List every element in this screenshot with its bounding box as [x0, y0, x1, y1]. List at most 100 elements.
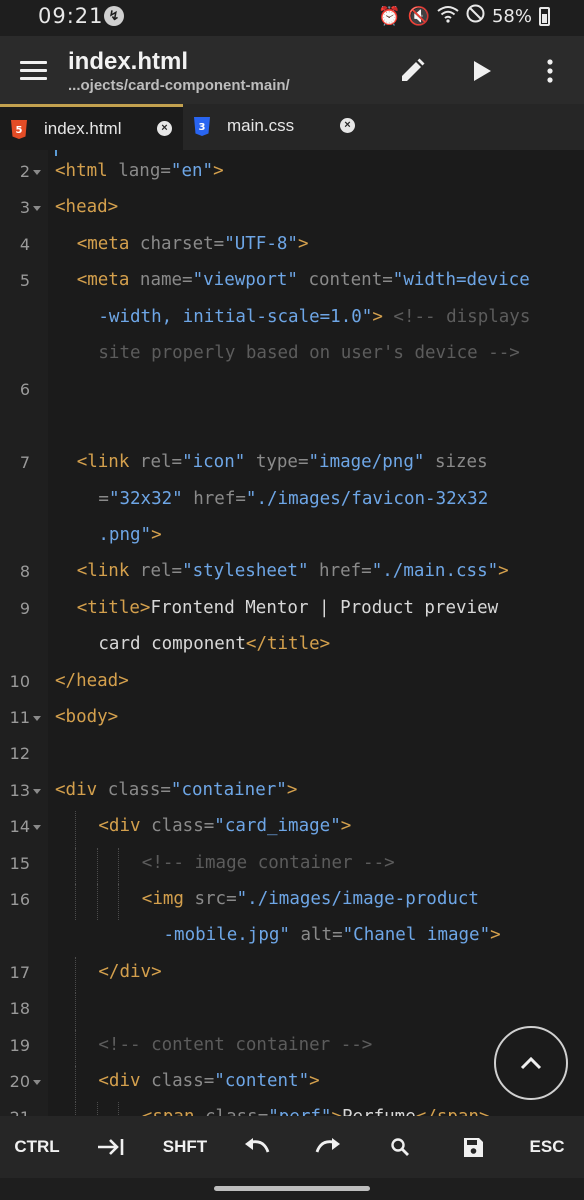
code-token: <body>: [55, 707, 119, 727]
code-token: </span>: [416, 1107, 490, 1116]
esc-key-button[interactable]: ESC: [510, 1116, 584, 1178]
ctrl-key-button[interactable]: CTRL: [0, 1116, 74, 1178]
code-token: "image/png": [308, 452, 425, 473]
code-token: <div: [98, 1071, 152, 1091]
code-text: <html lang="en">: [55, 161, 224, 181]
fold-toggle-icon[interactable]: [33, 825, 41, 831]
code-token: <link: [76, 561, 140, 582]
edit-pencil-icon[interactable]: [395, 54, 429, 88]
code-token: "card_image": [214, 816, 341, 837]
status-icons: ⏰ 🔇 58%: [378, 4, 550, 28]
redo-icon: [315, 1138, 340, 1153]
code-line: 5 <meta name="viewport" content="width=de…: [0, 265, 584, 301]
fold-toggle-icon[interactable]: [33, 170, 41, 175]
home-gesture-handle[interactable]: [214, 1186, 370, 1191]
status-bar: 09:21 ↯ ⏰ 🔇 58%: [0, 0, 584, 36]
code-token: src=: [194, 889, 237, 909]
search-button[interactable]: [364, 1116, 436, 1178]
save-button[interactable]: [436, 1116, 510, 1178]
menu-icon[interactable]: [20, 61, 47, 81]
code-token: <head>: [55, 197, 119, 218]
code-token: >: [286, 779, 298, 800]
fold-toggle-icon[interactable]: [33, 206, 41, 212]
code-text: <div class="container">: [55, 780, 297, 800]
code-line: 8 <link rel="stylesheet" href="./main.css…: [0, 556, 584, 592]
code-line: ="32x32" href="./images/favicon-32x32: [0, 484, 584, 520]
keyboard-toolbar: CTRL SHFT ESC: [0, 1116, 584, 1178]
undo-icon: [245, 1138, 270, 1153]
fold-toggle-icon[interactable]: [33, 716, 41, 721]
fold-toggle-icon[interactable]: [33, 788, 41, 794]
line-number: 16: [9, 890, 30, 909]
indent-guide: [96, 847, 98, 884]
notification-app-icon: ↯: [104, 6, 124, 26]
more-options-icon[interactable]: [533, 54, 567, 88]
code-line: 21 <span class="perf">Perfume</span>: [0, 1102, 584, 1116]
code-text: <meta name="viewport" content="width=dev…: [77, 270, 530, 290]
code-token: site properly based on user's device -->: [98, 343, 520, 363]
shift-key-button[interactable]: SHFT: [148, 1116, 222, 1178]
code-line: 14 <div class="card_image">: [0, 811, 584, 848]
svg-text:5: 5: [16, 125, 23, 136]
tab-key-button[interactable]: [74, 1116, 148, 1178]
code-token: alt=: [289, 925, 343, 946]
code-token: </title>: [245, 634, 331, 655]
code-text: <title>Frontend Mentor | Product preview: [77, 598, 498, 618]
code-line: 4 <meta charset="UTF-8">: [0, 229, 584, 265]
system-nav-bar: [0, 1178, 584, 1200]
line-number: 4: [19, 234, 30, 254]
search-icon: [391, 1138, 409, 1156]
tab-main-css[interactable]: 3 main.css ×: [183, 104, 373, 150]
close-tab-icon[interactable]: ×: [157, 121, 172, 136]
code-token: >: [331, 1107, 342, 1116]
indent-guide: [75, 1102, 76, 1116]
indent-guide: [118, 847, 120, 884]
line-number: 7: [19, 453, 30, 473]
alarm-icon: ⏰: [378, 5, 401, 27]
undo-button[interactable]: [222, 1116, 292, 1178]
run-play-icon[interactable]: [465, 54, 499, 88]
code-token: "stylesheet": [182, 561, 309, 582]
redo-button[interactable]: [292, 1116, 364, 1178]
tab-index-html[interactable]: 5 index.html ×: [0, 104, 183, 150]
code-token: "32x32": [108, 488, 183, 509]
code-line: -mobile.jpg" alt="Chanel image">: [0, 920, 584, 956]
fold-toggle-icon[interactable]: [33, 1080, 41, 1085]
code-token: <!-- image container -->: [141, 852, 395, 873]
line-number: 6: [19, 380, 30, 400]
code-token: "en": [170, 161, 214, 181]
html5-icon: 5: [11, 120, 27, 139]
code-token: >: [490, 925, 501, 946]
battery-icon: [539, 6, 550, 26]
indent-guide: [75, 884, 76, 921]
css3-icon: 3: [194, 117, 210, 136]
file-tabs: 5 index.html × 3 main.css ×: [0, 104, 584, 150]
code-token: "./main.css": [371, 561, 499, 582]
code-text: <!-- image container -->: [142, 853, 395, 873]
line-number: 18: [9, 999, 30, 1019]
code-text: <head>: [55, 197, 118, 217]
code-token: Frontend Mentor | Product preview: [150, 597, 499, 618]
line-number: 19: [9, 1035, 30, 1055]
ctrl-label: CTRL: [14, 1137, 60, 1156]
clock: 09:21: [38, 4, 104, 28]
scroll-top-button[interactable]: [494, 1026, 568, 1100]
close-tab-icon[interactable]: ×: [340, 118, 355, 133]
code-line: 16 <img src="./images/image-product: [0, 884, 584, 921]
code-token: <meta: [76, 233, 140, 254]
code-token: >: [297, 233, 309, 254]
code-text: -width, initial-scale=1.0"> <!-- display…: [98, 307, 530, 327]
code-token: >: [340, 816, 352, 837]
code-line: 6: [0, 374, 584, 410]
line-number: 12: [9, 744, 30, 764]
code-token: charset=: [139, 233, 225, 254]
code-token: content=: [297, 270, 393, 291]
code-token: Perfume: [342, 1107, 416, 1116]
code-line: 13 <div class="container">: [0, 775, 584, 811]
indent-guide: [75, 993, 76, 1030]
code-editor[interactable]: 2 <html lang="en"> 3 <head> 4 <meta charset="…: [0, 150, 584, 1116]
code-token: "icon": [182, 452, 246, 473]
code-text: -mobile.jpg" alt="Chanel image">: [164, 925, 501, 945]
code-line: 18: [0, 993, 584, 1030]
line-number: 17: [9, 962, 30, 982]
